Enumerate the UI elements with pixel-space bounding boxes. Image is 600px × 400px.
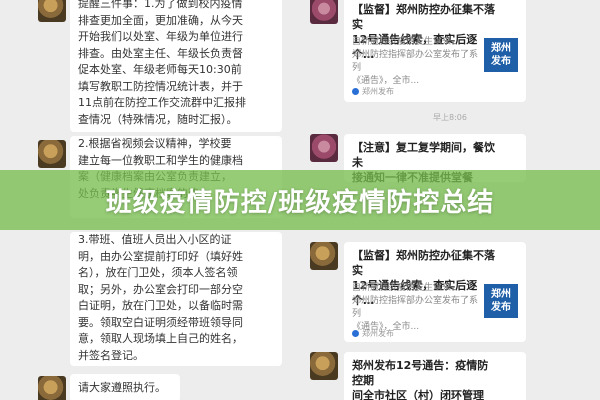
message-bubble[interactable]: 请大家遵照执行。: [70, 374, 180, 400]
article-card[interactable]: 郑州发布12号通告：疫情防控期 间全市社区（村）闭环管理有…: [344, 352, 526, 400]
card-body: 自新冠肺炎疫情发生以来， 郑州防控指挥部办公室发布了系列 《通告》，全市...: [352, 283, 479, 332]
article-card[interactable]: 【监督】郑州防控办征集不落实 12号通告线索，查实后逐个… 自新冠肺炎疫情发生以…: [344, 242, 526, 342]
sender-avatar[interactable]: [38, 0, 66, 22]
message-bubble[interactable]: 提醒三件事：1.为了做到校内疫情 排查更加全面，更加准确，从今天 开始我们以处室…: [70, 0, 282, 132]
source-icon: [352, 88, 359, 95]
sender-avatar[interactable]: [38, 140, 66, 168]
card-title: 郑州发布12号通告：疫情防控期 间全市社区（村）闭环管理有…: [352, 359, 489, 400]
message-bubble[interactable]: 3.带班、值班人员出入小区的证 明，由办公室提前打印好（填好姓 名），放在门卫处…: [70, 232, 282, 366]
sender-avatar[interactable]: [310, 0, 338, 24]
banner-title: 班级疫情防控/班级疫情防控总结: [105, 187, 495, 218]
card-body: 自新冠肺炎疫情发生以来， 郑州防控指挥部办公室发布了系列 《通告》，全市...: [352, 37, 479, 86]
card-thumbnail: 郑州 发布: [484, 38, 518, 72]
source-label: 郑州发布: [362, 87, 394, 96]
sender-avatar[interactable]: [310, 134, 338, 162]
article-card[interactable]: 【监督】郑州防控办征集不落实 12号通告线索，查实后逐个… 自新冠肺炎疫情发生以…: [344, 0, 526, 102]
card-thumbnail: 郑州 发布: [484, 284, 518, 318]
sender-avatar[interactable]: [38, 376, 66, 400]
title-banner: 班级疫情防控/班级疫情防控总结: [0, 170, 600, 230]
message-text: 请大家遵照执行。: [78, 381, 166, 394]
sender-avatar[interactable]: [310, 242, 338, 270]
message-timestamp: 早上8:06: [433, 113, 467, 122]
card-source: 郑州发布: [352, 328, 394, 339]
thumb-text: 郑州 发布: [491, 43, 511, 67]
message-text: 提醒三件事：1.为了做到校内疫情 排查更加全面，更加准确，从今天 开始我们以处室…: [78, 0, 246, 126]
message-text: 3.带班、值班人员出入小区的证 明，由办公室提前打印好（填好姓 名），放在门卫处…: [78, 233, 243, 362]
source-icon: [352, 330, 359, 337]
source-label: 郑州发布: [362, 329, 394, 338]
sender-avatar[interactable]: [310, 352, 338, 380]
thumb-text: 郑州 发布: [491, 289, 511, 313]
card-source: 郑州发布: [352, 86, 394, 97]
